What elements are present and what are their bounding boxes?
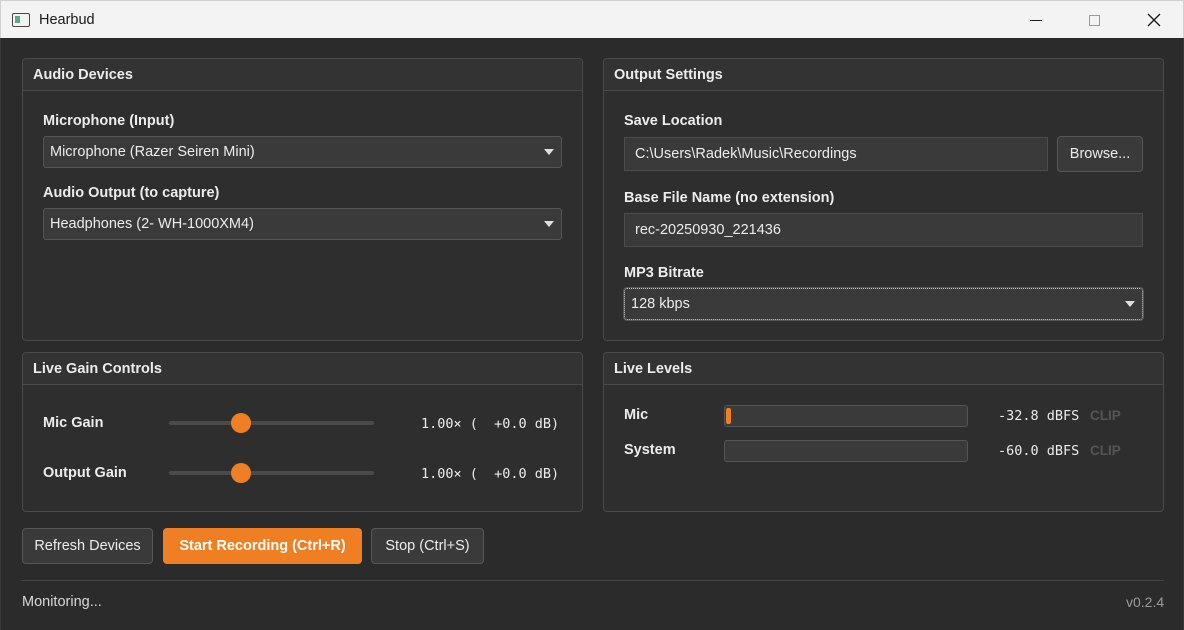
output-gain-readout: 1.00× ( +0.0 dB): [421, 466, 560, 482]
mic-gain-slider-handle[interactable]: [230, 413, 251, 433]
mic-level-label: Mic: [624, 407, 649, 423]
audio-devices-header: Audio Devices: [23, 59, 582, 91]
mic-level-fill: [726, 408, 731, 424]
system-level-meter: [724, 440, 968, 462]
audio-output-label: Audio Output (to capture): [43, 185, 220, 201]
mp3-bitrate-select-value: 128 kbps: [631, 296, 690, 312]
maximize-icon: [1088, 14, 1100, 26]
live-gain-group: Live Gain Controls Mic Gain 1.00× ( +0.0…: [22, 352, 583, 512]
mic-gain-slider[interactable]: [169, 421, 374, 425]
mic-level-readout: -32.8 dBFS: [998, 408, 1080, 424]
mic-gain-readout: 1.00× ( +0.0 dB): [421, 416, 560, 432]
microphone-label: Microphone (Input): [43, 113, 175, 129]
stop-button[interactable]: Stop (Ctrl+S): [371, 528, 484, 564]
mic-clip-indicator: CLIP: [1090, 408, 1121, 423]
status-divider: [21, 580, 1164, 581]
base-file-name-label: Base File Name (no extension): [624, 190, 835, 206]
system-clip-indicator: CLIP: [1090, 443, 1121, 458]
title-bar: Hearbud: [0, 0, 1184, 38]
main-window: Audio Devices Microphone (Input) Microph…: [0, 38, 1184, 630]
output-gain-label: Output Gain: [43, 465, 127, 481]
system-level-label: System: [624, 442, 676, 458]
chevron-down-icon: [544, 149, 554, 155]
microphone-select-value: Microphone (Razer Seiren Mini): [50, 144, 255, 160]
live-levels-header: Live Levels: [604, 353, 1163, 385]
app-window-icon: [12, 12, 30, 27]
output-settings-header: Output Settings: [604, 59, 1163, 91]
audio-output-select-value: Headphones (2- WH-1000XM4): [50, 216, 254, 232]
output-settings-group: Output Settings Save Location C:\Users\R…: [603, 58, 1164, 341]
maximize-button[interactable]: [1065, 1, 1123, 39]
status-text: Monitoring...: [22, 594, 102, 610]
minimize-icon: [1030, 19, 1042, 21]
save-location-label: Save Location: [624, 113, 723, 129]
mp3-bitrate-label: MP3 Bitrate: [624, 265, 704, 281]
start-recording-button[interactable]: Start Recording (Ctrl+R): [163, 528, 362, 564]
audio-devices-group: Audio Devices Microphone (Input) Microph…: [22, 58, 583, 341]
version-label: v0.2.4: [1126, 594, 1165, 610]
mic-gain-label: Mic Gain: [43, 415, 104, 431]
audio-output-select[interactable]: Headphones (2- WH-1000XM4): [43, 208, 562, 240]
browse-button[interactable]: Browse...: [1057, 136, 1143, 172]
microphone-select[interactable]: Microphone (Razer Seiren Mini): [43, 136, 562, 168]
base-file-name-input[interactable]: rec-20250930_221436: [624, 213, 1143, 247]
window-title: Hearbud: [39, 11, 95, 28]
close-icon: [1147, 13, 1161, 27]
refresh-devices-button[interactable]: Refresh Devices: [22, 528, 153, 564]
save-location-input[interactable]: C:\Users\Radek\Music\Recordings: [624, 137, 1048, 171]
close-button[interactable]: [1125, 1, 1183, 39]
mp3-bitrate-select[interactable]: 128 kbps: [623, 287, 1144, 321]
minimize-button[interactable]: [1007, 1, 1065, 39]
chevron-down-icon: [1125, 301, 1135, 307]
output-gain-slider-handle[interactable]: [230, 463, 251, 483]
live-gain-header: Live Gain Controls: [23, 353, 582, 385]
system-level-readout: -60.0 dBFS: [998, 443, 1080, 459]
output-gain-slider[interactable]: [169, 471, 374, 475]
chevron-down-icon: [544, 221, 554, 227]
mic-level-meter: [724, 405, 968, 427]
live-levels-group: Live Levels Mic -32.8 dBFS CLIP System -…: [603, 352, 1164, 512]
